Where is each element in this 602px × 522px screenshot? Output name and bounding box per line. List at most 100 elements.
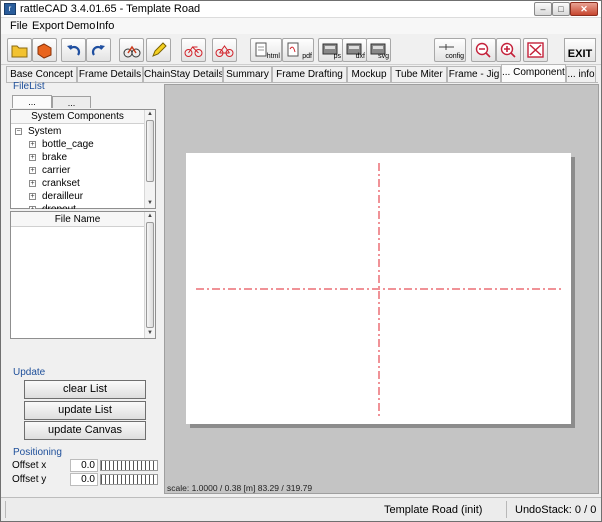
expand-icon[interactable]: + xyxy=(29,167,36,174)
scroll-down-icon[interactable]: ▼ xyxy=(145,329,155,338)
svg-export-button[interactable]: svg xyxy=(366,38,391,62)
file-list[interactable]: File Name ▲ ▼ xyxy=(10,211,156,339)
redo-button[interactable] xyxy=(86,38,111,62)
pencil-icon xyxy=(152,42,167,57)
tab-tube-miter[interactable]: Tube Miter xyxy=(391,66,447,82)
tree-item-bottle-cage[interactable]: + bottle_cage xyxy=(29,138,94,151)
fit-button[interactable] xyxy=(119,38,144,62)
config-button[interactable]: config xyxy=(434,38,466,62)
tree-root-label: System xyxy=(28,126,62,137)
update-list-button[interactable]: update List xyxy=(24,401,146,420)
undo-icon xyxy=(67,45,81,56)
bike-red-button[interactable] xyxy=(212,38,237,62)
tree-item-label: dropout xyxy=(42,204,76,209)
tree-item-derailleur[interactable]: + derailleur xyxy=(29,190,83,203)
save-button[interactable] xyxy=(32,38,57,62)
expand-icon[interactable]: + xyxy=(29,141,36,148)
menu-export[interactable]: Export xyxy=(29,19,67,33)
html-export-label: html xyxy=(266,53,280,60)
tree-item-dropout[interactable]: + dropout xyxy=(29,203,76,209)
offset-x-slider[interactable] xyxy=(100,460,158,471)
tab-info[interactable]: ... info xyxy=(566,66,596,82)
zoom-in-icon xyxy=(500,42,516,58)
tree-item-label: derailleur xyxy=(42,191,84,202)
svg-export-label: svg xyxy=(378,53,389,60)
dxf-export-button[interactable]: dxf xyxy=(342,38,367,62)
pdf-export-label: pdf xyxy=(302,53,312,60)
save-icon xyxy=(37,43,52,59)
subtab-custom[interactable]: ... custom xyxy=(52,96,91,120)
undo-button[interactable] xyxy=(61,38,86,62)
zoom-in-button[interactable] xyxy=(496,38,521,62)
tree-header: System Components xyxy=(11,110,144,124)
file-list-scrollbar[interactable]: ▲ ▼ xyxy=(144,212,155,338)
bike-button[interactable] xyxy=(181,38,206,62)
scale-readout: scale: 1.0000 / 0.38 [m] 83.29 / 319.79 xyxy=(167,483,313,493)
drawing-sheet[interactable] xyxy=(186,153,571,424)
tree-item-label: brake xyxy=(42,152,68,163)
undo-stack-status: UndoStack: 0 / 0 xyxy=(515,504,597,516)
scroll-thumb[interactable] xyxy=(146,120,154,182)
scroll-thumb[interactable] xyxy=(146,222,154,328)
tree-item-carrier[interactable]: + carrier xyxy=(29,164,70,177)
status-separator xyxy=(506,501,507,518)
app-icon[interactable]: r xyxy=(4,3,16,15)
menu-file[interactable]: File xyxy=(7,19,31,33)
scroll-up-icon[interactable]: ▲ xyxy=(145,212,155,221)
minimize-icon[interactable]: – xyxy=(534,2,552,16)
pdf-export-button[interactable]: pdf xyxy=(282,38,314,62)
tab-mockup[interactable]: Mockup xyxy=(347,66,391,82)
menu-info[interactable]: Info xyxy=(93,19,117,33)
subtab-system[interactable]: ... system xyxy=(12,95,52,119)
tree-item-label: carrier xyxy=(42,165,71,176)
pdf-export-icon xyxy=(287,42,299,57)
tab-frame-drafting[interactable]: Frame Drafting xyxy=(272,66,347,82)
zoom-fit-icon xyxy=(527,42,544,58)
expand-icon[interactable]: + xyxy=(29,206,36,209)
filelist-label: FileList xyxy=(13,81,45,92)
dxf-export-label: dxf xyxy=(355,53,365,60)
app-window: r rattleCAD 3.4.01.65 - Template Road – … xyxy=(0,0,602,522)
update-canvas-button[interactable]: update Canvas xyxy=(24,421,146,440)
template-status: Template Road (init) xyxy=(384,504,483,516)
tab-frame-details[interactable]: Frame Details xyxy=(77,66,143,82)
scroll-up-icon[interactable]: ▲ xyxy=(145,110,155,119)
toolbar: html pdf ps dxf svg config EXIT xyxy=(1,36,601,65)
tree-scrollbar[interactable]: ▲ ▼ xyxy=(144,110,155,208)
expand-icon[interactable]: + xyxy=(29,154,36,161)
bike-icon xyxy=(184,46,203,57)
clear-list-button[interactable]: clear List xyxy=(24,380,146,399)
expand-icon[interactable]: + xyxy=(29,180,36,187)
collapse-icon[interactable]: − xyxy=(15,128,22,135)
scroll-down-icon[interactable]: ▼ xyxy=(145,199,155,208)
tab-components[interactable]: ... Components xyxy=(501,64,566,82)
tree-root-system[interactable]: − System xyxy=(15,125,61,138)
open-folder-icon xyxy=(11,45,28,58)
zoom-out-icon xyxy=(475,42,491,58)
maximize-icon[interactable]: □ xyxy=(552,2,570,16)
tab-bar: Base Concept Frame Details ChainStay Det… xyxy=(6,64,598,82)
edit-button[interactable] xyxy=(146,38,171,62)
tree-item-crankset[interactable]: + crankset xyxy=(29,177,80,190)
tab-chainstay-details[interactable]: ChainStay Details xyxy=(143,66,223,82)
exit-button[interactable]: EXIT xyxy=(564,38,596,62)
bike-red-icon xyxy=(215,45,234,57)
offset-y-field[interactable]: 0.0 xyxy=(70,473,98,486)
tree-item-brake[interactable]: + brake xyxy=(29,151,67,164)
status-bar: Template Road (init) UndoStack: 0 / 0 xyxy=(1,497,601,521)
component-tree[interactable]: System Components − System + bottle_cage +… xyxy=(10,109,156,209)
canvas-area[interactable]: scale: 1.0000 / 0.38 [m] 83.29 / 319.79 xyxy=(164,84,599,494)
expand-icon[interactable]: + xyxy=(29,193,36,200)
zoom-fit-button[interactable] xyxy=(523,38,548,62)
html-export-button[interactable]: html xyxy=(250,38,282,62)
open-button[interactable] xyxy=(7,38,32,62)
close-icon[interactable]: ✕ xyxy=(570,2,598,16)
zoom-out-button[interactable] xyxy=(471,38,496,62)
menu-bar: File Export Demo Info xyxy=(1,18,601,34)
tab-summary[interactable]: Summary xyxy=(223,66,272,82)
tab-frame-jig[interactable]: Frame - Jig xyxy=(447,66,501,82)
offset-x-field[interactable]: 0.0 xyxy=(70,459,98,472)
ps-export-button[interactable]: ps xyxy=(318,38,343,62)
offset-y-slider[interactable] xyxy=(100,474,158,485)
tab-base-concept[interactable]: Base Concept xyxy=(6,66,77,82)
